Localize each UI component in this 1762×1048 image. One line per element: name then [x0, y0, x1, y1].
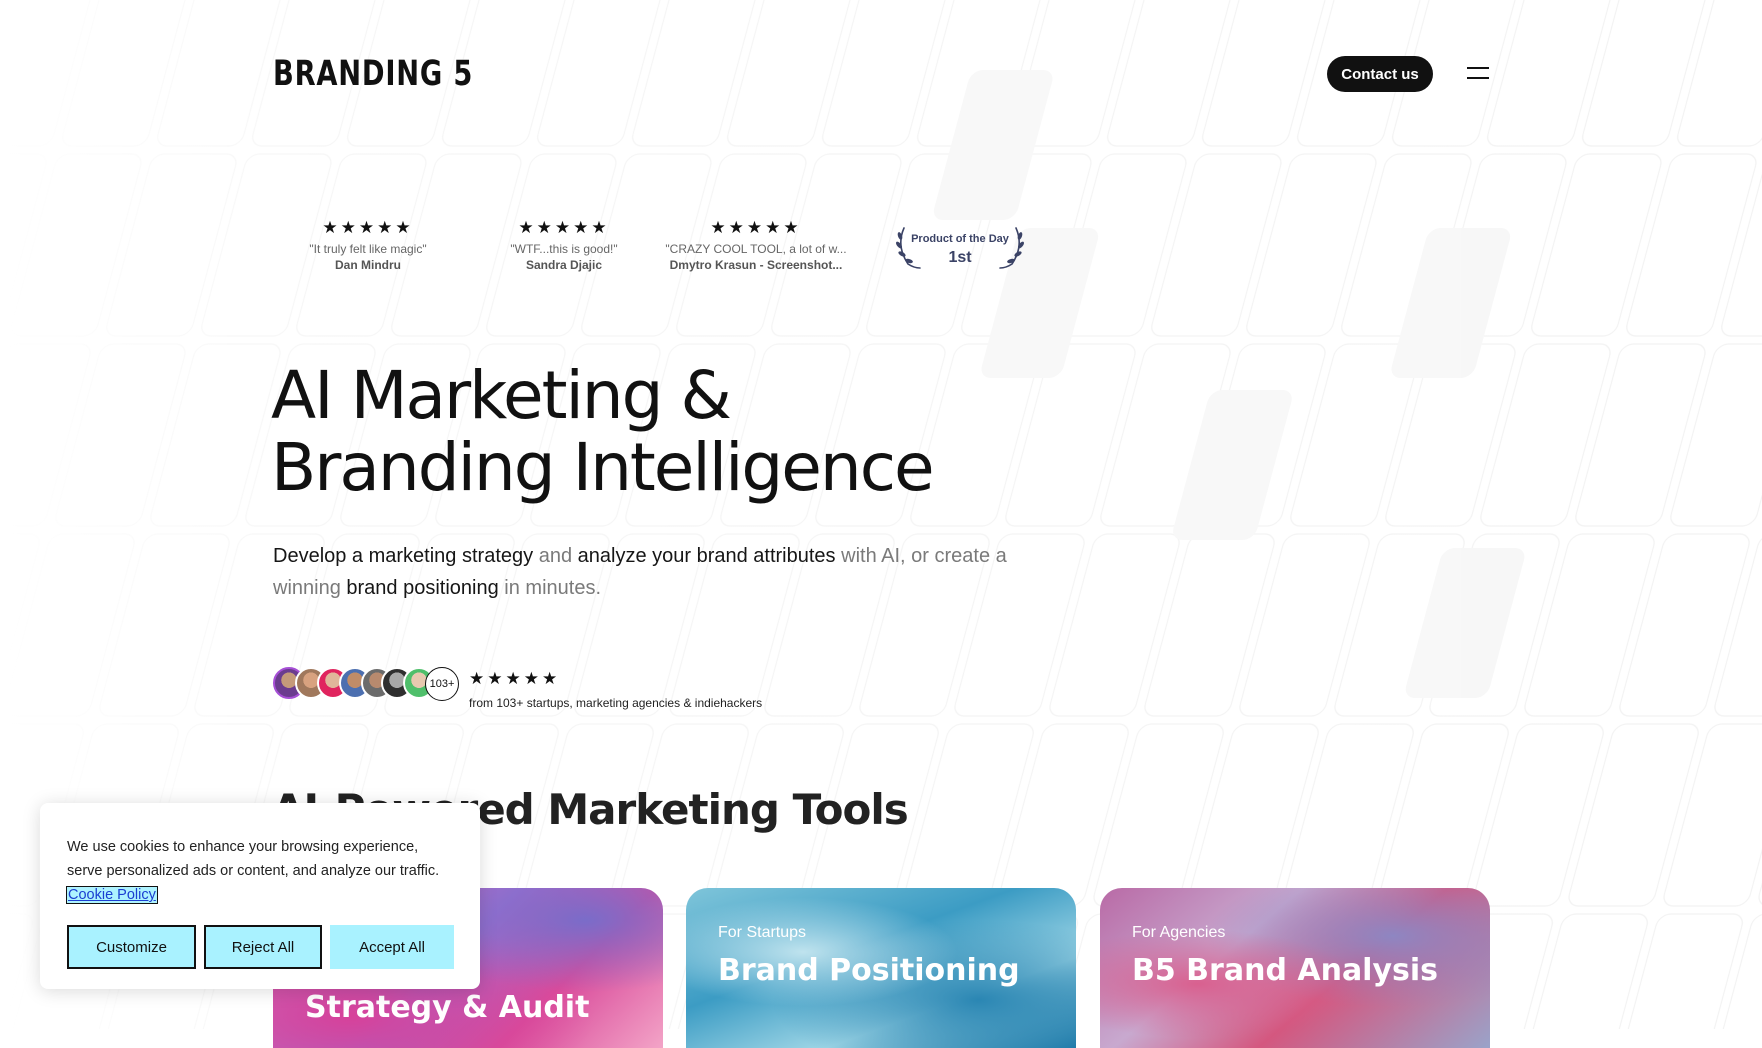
review-item: ★★★★★ "WTF...this is good!" Sandra Djaji…	[469, 218, 659, 272]
subtitle-highlight: Develop a marketing strategy	[273, 545, 534, 567]
hero-subtitle: Develop a marketing strategy and analyze…	[273, 540, 1073, 604]
badge-label: Product of the Day	[911, 233, 1009, 245]
review-quote: "WTF...this is good!"	[510, 242, 618, 256]
review-item: ★★★★★ "It truly felt like magic" Dan Min…	[273, 218, 463, 272]
badge-rank: 1st	[948, 249, 972, 266]
review-quote: "It truly felt like magic"	[309, 242, 427, 256]
avatar-count-badge: 103+	[425, 667, 459, 701]
cookie-message-text: We use cookies to enhance your browsing …	[67, 839, 440, 879]
customize-button[interactable]: Customize	[67, 925, 196, 969]
hamburger-menu-icon[interactable]	[1467, 64, 1491, 84]
card-title: Brand Positioning	[718, 953, 1020, 988]
hero-title-line: AI Marketing &	[271, 357, 732, 434]
social-proof: 103+ ★★★★★ from 103+ startups, marketing…	[273, 667, 873, 717]
menu-line	[1467, 77, 1489, 79]
menu-line	[1467, 67, 1489, 69]
accept-all-button[interactable]: Accept All	[330, 925, 454, 969]
tool-card-brand-positioning[interactable]: For Startups Brand Positioning	[686, 888, 1076, 1048]
review-author: Dmytro Krasun - Screenshot...	[669, 258, 843, 272]
subtitle-text: in minutes.	[498, 577, 601, 599]
star-rating-icon: ★★★★★	[469, 669, 561, 688]
hero-title-line: Branding Intelligence	[271, 429, 935, 506]
product-of-the-day-badge[interactable]: Product of the Day 1st	[890, 227, 1030, 276]
subtitle-text: and	[533, 545, 578, 567]
cookie-message: We use cookies to enhance your browsing …	[66, 835, 447, 907]
star-rating-icon: ★★★★★	[518, 218, 610, 237]
hero-title: AI Marketing & Branding Intelligence	[271, 357, 935, 506]
review-item: ★★★★★ "CRAZY COOL TOOL, a lot of w... Dm…	[665, 218, 847, 272]
tool-card-brand-analysis[interactable]: For Agencies B5 Brand Analysis	[1100, 888, 1490, 1048]
reject-all-button[interactable]: Reject All	[204, 925, 322, 969]
star-rating-icon: ★★★★★	[710, 218, 802, 237]
cookie-consent-banner: We use cookies to enhance your browsing …	[40, 803, 480, 989]
subtitle-highlight: brand positioning	[346, 577, 499, 599]
star-rating-icon: ★★★★★	[322, 218, 414, 237]
cookie-policy-link[interactable]: Cookie Policy	[66, 886, 158, 904]
review-author: Dan Mindru	[335, 258, 401, 272]
subtitle-highlight: analyze your brand attributes	[577, 545, 836, 567]
card-eyebrow: For Agencies	[1132, 924, 1226, 941]
card-title: Strategy & Audit	[305, 990, 590, 1025]
card-title: B5 Brand Analysis	[1132, 953, 1439, 988]
review-author: Sandra Djajic	[525, 258, 603, 272]
social-proof-text: from 103+ startups, marketing agencies &…	[469, 696, 763, 710]
contact-us-button[interactable]: Contact us	[1327, 56, 1433, 92]
card-eyebrow: For Startups	[718, 924, 807, 941]
review-quote: "CRAZY COOL TOOL, a lot of w...	[665, 242, 847, 256]
site-header: BRANDING 5 Contact us	[273, 52, 1762, 96]
brand-logo[interactable]: BRANDING 5	[273, 54, 473, 94]
